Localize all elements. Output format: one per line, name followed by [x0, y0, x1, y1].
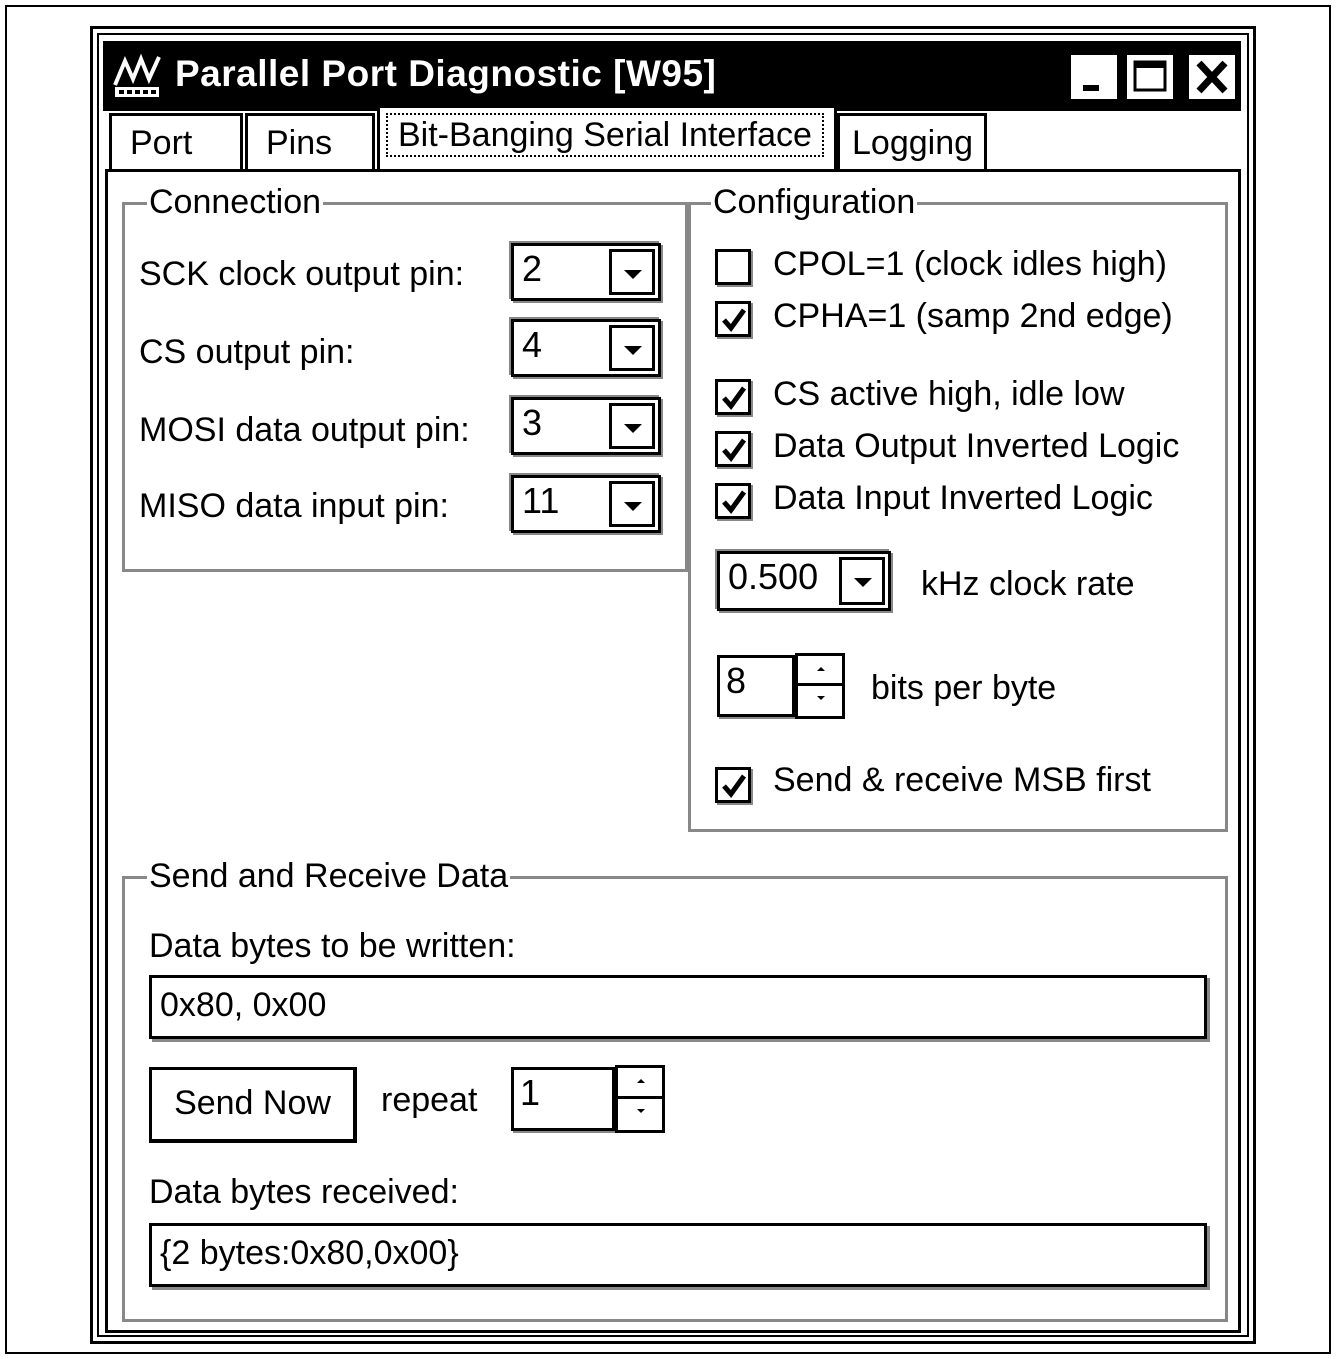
write-bytes-input[interactable]: 0x80, 0x00	[149, 975, 1207, 1039]
tab-panel: Connection SCK clock output pin: 2 CS ou…	[105, 169, 1241, 1333]
chevron-down-icon[interactable]	[609, 249, 655, 295]
data-input-inverted-checkbox[interactable]	[715, 483, 751, 519]
configuration-legend: Configuration	[711, 183, 918, 222]
bits-per-byte-label: bits per byte	[871, 669, 1057, 707]
spin-up-icon[interactable]	[798, 656, 842, 686]
data-output-inverted-label: Data Output Inverted Logic	[773, 427, 1180, 465]
chevron-down-icon[interactable]	[609, 481, 655, 527]
minimize-icon	[1083, 85, 1099, 91]
maximize-icon	[1133, 60, 1167, 92]
cs-pin-label: CS output pin:	[139, 333, 355, 371]
tab-bit-banging-label: Bit-Banging Serial Interface	[386, 113, 824, 157]
window-title: Parallel Port Diagnostic [W95]	[175, 53, 717, 94]
app-logo-icon	[111, 51, 163, 101]
send-receive-legend: Send and Receive Data	[147, 857, 511, 896]
bits-per-byte-input[interactable]: 8	[717, 655, 795, 717]
write-bytes-label: Data bytes to be written:	[149, 927, 516, 965]
tab-pins-label: Pins	[266, 124, 333, 162]
checkmark-icon	[722, 490, 747, 515]
maximize-button[interactable]	[1127, 55, 1173, 99]
tab-bit-banging[interactable]: Bit-Banging Serial Interface	[377, 105, 837, 169]
received-bytes-value: {2 bytes:0x80,0x00}	[160, 1234, 459, 1272]
checkmark-icon	[722, 308, 747, 333]
close-icon	[1196, 60, 1228, 94]
minimize-button[interactable]	[1071, 55, 1117, 99]
tab-logging[interactable]: Logging	[837, 113, 987, 171]
msb-first-label: Send & receive MSB first	[773, 761, 1151, 799]
repeat-label: repeat	[381, 1081, 478, 1119]
received-bytes-field[interactable]: {2 bytes:0x80,0x00}	[149, 1223, 1207, 1287]
cs-active-high-label: CS active high, idle low	[773, 375, 1125, 413]
cpha-checkbox[interactable]	[715, 301, 751, 337]
cpha-label: CPHA=1 (samp 2nd edge)	[773, 297, 1173, 335]
miso-pin-label: MISO data input pin:	[139, 487, 449, 525]
repeat-stepper[interactable]	[615, 1065, 665, 1133]
checkmark-icon	[722, 386, 747, 411]
bits-per-byte-value: 8	[726, 660, 747, 701]
mosi-pin-label: MOSI data output pin:	[139, 411, 470, 449]
checkmark-icon	[722, 774, 747, 799]
write-bytes-value: 0x80, 0x00	[160, 986, 327, 1024]
close-button[interactable]	[1189, 55, 1235, 99]
sck-pin-select[interactable]: 2	[511, 243, 661, 301]
miso-pin-value: 11	[522, 480, 560, 521]
repeat-value: 1	[520, 1072, 541, 1113]
chevron-down-icon[interactable]	[609, 403, 655, 449]
send-now-button[interactable]: Send Now	[149, 1067, 357, 1143]
spin-down-icon[interactable]	[618, 1099, 662, 1130]
send-now-label: Send Now	[174, 1084, 331, 1122]
data-input-inverted-label: Data Input Inverted Logic	[773, 479, 1153, 517]
bits-per-byte-stepper[interactable]	[795, 653, 845, 719]
msb-first-checkbox[interactable]	[715, 767, 751, 803]
cs-pin-value: 4	[522, 324, 543, 365]
clock-rate-label: kHz clock rate	[921, 565, 1135, 603]
cpol-checkbox[interactable]	[715, 249, 751, 285]
send-receive-group: Send and Receive Data Data bytes to be w…	[122, 857, 1228, 1322]
sck-pin-label: SCK clock output pin:	[139, 255, 465, 293]
tab-port-label: Port	[130, 124, 193, 162]
cs-pin-select[interactable]: 4	[511, 319, 661, 377]
tab-pins[interactable]: Pins	[245, 113, 375, 171]
mosi-pin-select[interactable]: 3	[511, 397, 661, 455]
tab-port[interactable]: Port	[109, 113, 243, 171]
cpol-label: CPOL=1 (clock idles high)	[773, 245, 1168, 283]
received-bytes-label: Data bytes received:	[149, 1173, 459, 1211]
connection-group: Connection SCK clock output pin: 2 CS ou…	[122, 183, 688, 572]
mosi-pin-value: 3	[522, 402, 543, 443]
data-output-inverted-checkbox[interactable]	[715, 431, 751, 467]
chevron-down-icon[interactable]	[609, 325, 655, 371]
checkmark-icon	[722, 438, 747, 463]
repeat-input[interactable]: 1	[511, 1067, 615, 1131]
spin-down-icon[interactable]	[798, 686, 842, 716]
app-window: Parallel Port Diagnostic [W95] Port Pins…	[90, 26, 1256, 1344]
tab-logging-label: Logging	[852, 124, 974, 162]
connection-legend: Connection	[147, 183, 324, 222]
spin-up-icon[interactable]	[618, 1068, 662, 1099]
configuration-group: Configuration CPOL=1 (clock idles high) …	[688, 183, 1228, 832]
title-bar[interactable]: Parallel Port Diagnostic [W95]	[103, 41, 1241, 111]
clock-rate-value: 0.500	[728, 556, 819, 597]
cs-active-high-checkbox[interactable]	[715, 379, 751, 415]
chevron-down-icon[interactable]	[839, 557, 885, 605]
miso-pin-select[interactable]: 11	[511, 475, 661, 533]
clock-rate-select[interactable]: 0.500	[717, 551, 891, 611]
sck-pin-value: 2	[522, 248, 543, 289]
